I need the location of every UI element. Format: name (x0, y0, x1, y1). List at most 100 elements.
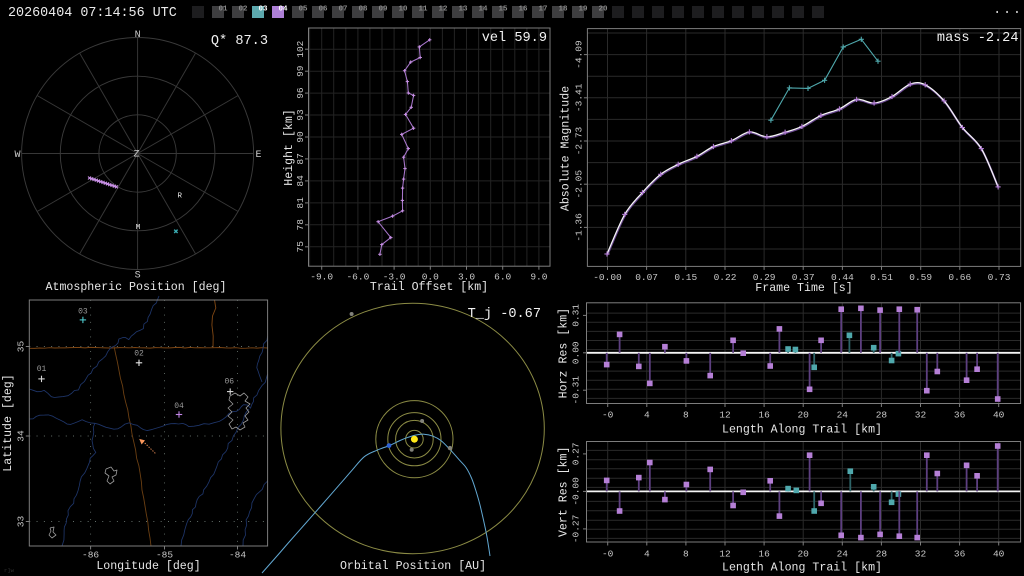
svg-text:32: 32 (915, 548, 927, 559)
svg-text:12: 12 (719, 409, 731, 420)
svg-text:0.22: 0.22 (714, 272, 737, 283)
svg-text:Length Along Trail [km]: Length Along Trail [km] (722, 423, 882, 436)
svg-text:20: 20 (797, 409, 809, 420)
svg-text:Vert Res [km]: Vert Res [km] (558, 447, 571, 537)
svg-text:Height [km]: Height [km] (283, 109, 296, 186)
svg-text:0.66: 0.66 (948, 272, 971, 283)
svg-text:6.0: 6.0 (494, 272, 511, 283)
svg-text:-6.0: -6.0 (346, 272, 369, 283)
svg-text:05: 05 (299, 6, 309, 14)
svg-text:33: 33 (16, 516, 27, 528)
svg-text:Absolute Magnitude: Absolute Magnitude (560, 86, 573, 211)
svg-text:75: 75 (295, 241, 306, 253)
svg-text:-1.36: -1.36 (574, 213, 585, 242)
svg-text:87: 87 (295, 153, 306, 164)
svg-text:M: M (136, 224, 141, 232)
svg-text:Latitude [deg]: Latitude [deg] (2, 374, 15, 471)
svg-text:06: 06 (224, 377, 234, 386)
svg-text:04: 04 (279, 6, 289, 14)
svg-text:08: 08 (359, 6, 369, 14)
svg-text:R: R (177, 193, 182, 201)
svg-text:Q* 87.3: Q* 87.3 (211, 34, 268, 49)
svg-text:36: 36 (954, 548, 966, 559)
svg-text:T_j -0.67: T_j -0.67 (468, 307, 541, 322)
svg-text:102: 102 (295, 40, 306, 57)
svg-text:-2.05: -2.05 (574, 170, 585, 199)
svg-text:28: 28 (876, 548, 888, 559)
svg-text:-0.27: -0.27 (571, 515, 582, 544)
svg-text:16: 16 (758, 548, 770, 559)
svg-text:93: 93 (295, 109, 306, 121)
svg-text:16: 16 (519, 6, 529, 14)
svg-text:E: E (255, 150, 261, 161)
svg-text:02: 02 (239, 6, 249, 14)
svg-text:84: 84 (295, 175, 306, 187)
svg-text:Frame Time [s]: Frame Time [s] (755, 282, 852, 295)
svg-text:40: 40 (993, 548, 1005, 559)
svg-text:32: 32 (915, 409, 927, 420)
svg-text:Horz Res [km]: Horz Res [km] (558, 308, 571, 398)
svg-text:03: 03 (259, 6, 269, 14)
svg-text:78: 78 (295, 219, 306, 231)
svg-text:S: S (135, 271, 141, 282)
svg-text:mass -2.24: mass -2.24 (937, 31, 1019, 46)
svg-text:Longitude [deg]: Longitude [deg] (96, 560, 200, 573)
svg-text:09: 09 (379, 6, 389, 14)
svg-text:-0: -0 (602, 548, 614, 559)
svg-text:96: 96 (295, 87, 306, 99)
svg-text:-86: -86 (82, 549, 99, 560)
svg-text:04: 04 (174, 402, 184, 411)
svg-text:28: 28 (876, 409, 888, 420)
svg-text:Orbital Position [AU]: Orbital Position [AU] (340, 560, 486, 573)
svg-text:0.27: 0.27 (571, 442, 582, 465)
svg-text:0.00: 0.00 (571, 341, 582, 364)
svg-text:Length Along Trail [km]: Length Along Trail [km] (722, 562, 882, 575)
svg-text:02: 02 (134, 350, 144, 359)
svg-text:13: 13 (459, 6, 469, 14)
svg-text:01: 01 (37, 365, 47, 374)
svg-text:W: W (14, 150, 20, 161)
svg-text:03: 03 (78, 308, 88, 317)
svg-text:40: 40 (993, 409, 1005, 420)
svg-text:16: 16 (758, 409, 770, 420)
svg-text:11: 11 (419, 6, 429, 14)
svg-text:Trail Offset [km]: Trail Offset [km] (370, 281, 488, 294)
svg-text:-4.09: -4.09 (574, 40, 585, 69)
svg-text:24: 24 (837, 548, 849, 559)
svg-text:-0: -0 (602, 409, 614, 420)
svg-text:-3.41: -3.41 (574, 83, 585, 112)
svg-text:-2.73: -2.73 (574, 126, 585, 155)
svg-text:12: 12 (719, 548, 731, 559)
svg-text:06: 06 (319, 6, 329, 14)
svg-text:20: 20 (599, 6, 609, 14)
svg-text:Atmospheric Position [deg]: Atmospheric Position [deg] (46, 281, 227, 294)
svg-text:15: 15 (499, 6, 509, 14)
svg-text:19: 19 (579, 6, 589, 14)
svg-text:0.15: 0.15 (674, 272, 697, 283)
svg-text:20: 20 (797, 548, 809, 559)
svg-text:-0.31: -0.31 (571, 376, 582, 405)
svg-text:-84: -84 (229, 549, 246, 560)
svg-text:24: 24 (837, 409, 849, 420)
svg-text:0.51: 0.51 (870, 272, 893, 283)
svg-text:4: 4 (644, 409, 650, 420)
svg-text:18: 18 (559, 6, 569, 14)
svg-text:0.31: 0.31 (571, 304, 582, 327)
svg-text:36: 36 (954, 409, 966, 420)
svg-text:-85: -85 (156, 549, 173, 560)
svg-text:-9.0: -9.0 (310, 272, 333, 283)
svg-text:Z: Z (133, 150, 139, 161)
svg-text:10: 10 (399, 6, 409, 14)
svg-text:01: 01 (219, 6, 229, 14)
svg-text:9.0: 9.0 (530, 272, 547, 283)
svg-text:07: 07 (339, 6, 348, 14)
svg-text:N: N (135, 30, 141, 41)
svg-text:8: 8 (683, 409, 689, 420)
svg-text:34: 34 (16, 430, 27, 442)
svg-text:-0.00: -0.00 (571, 477, 582, 506)
svg-text:17: 17 (539, 6, 548, 14)
svg-text:35: 35 (16, 341, 27, 353)
svg-text:12: 12 (439, 6, 449, 14)
svg-text:r]w: r]w (4, 567, 15, 574)
svg-text:vel 59.9: vel 59.9 (482, 31, 547, 46)
